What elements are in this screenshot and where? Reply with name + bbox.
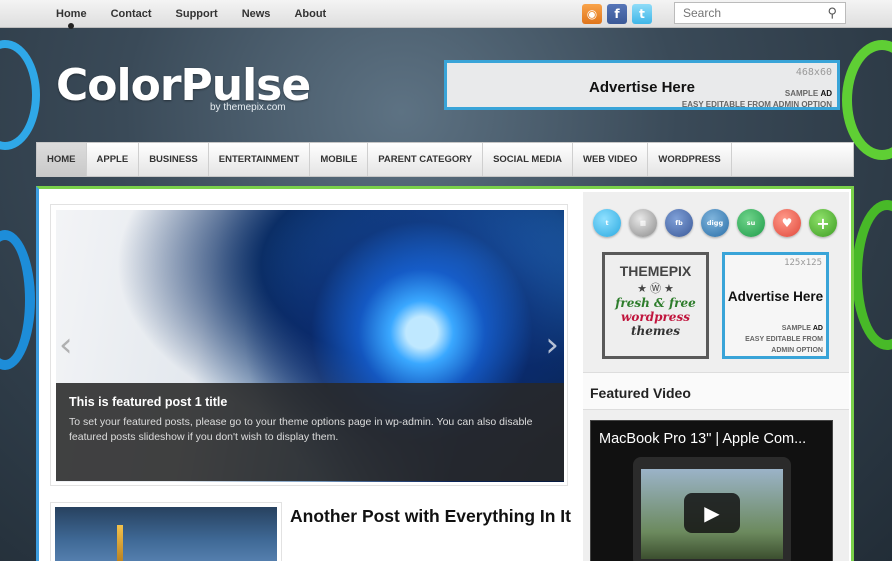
search-input[interactable]	[683, 6, 818, 20]
ad125-title: Advertise Here	[727, 289, 824, 304]
nav-apple[interactable]: APPLE	[87, 143, 140, 176]
star-wordpress-icon: ★ Ⓦ ★	[637, 283, 674, 295]
ad125-line3: ADMIN OPTION	[771, 347, 823, 354]
sidebar: t ▦ fb digg su ♥ + THEMEPIX ★ Ⓦ ★ fresh …	[583, 192, 849, 561]
nav-web-video[interactable]: WEB VIDEO	[573, 143, 649, 176]
slide-title[interactable]: This is featured post 1 title	[69, 395, 551, 409]
slide-text: To set your featured posts, please go to…	[69, 416, 533, 443]
nav-wordpress[interactable]: WORDPRESS	[648, 143, 732, 176]
left-swirl-decoration	[0, 40, 40, 150]
nav-parent-category[interactable]: PARENT CATEGORY	[368, 143, 484, 176]
search-box: ⚲	[674, 2, 846, 24]
social-icons-row: t ▦ fb digg su ♥ +	[593, 209, 837, 237]
digg-icon[interactable]: digg	[701, 209, 729, 237]
post-title[interactable]: Another Post with Everything In It	[290, 504, 575, 528]
ad125-sample: SAMPLE AD	[781, 325, 823, 332]
delicious-icon[interactable]: ▦	[629, 209, 657, 237]
nav-mobile[interactable]: MOBILE	[310, 143, 369, 176]
video-title[interactable]: MacBook Pro 13" | Apple Com...	[599, 431, 806, 447]
post-thumbnail[interactable]	[50, 502, 282, 561]
main-navigation: HOME APPLE BUSINESS ENTERTAINMENT MOBILE…	[36, 142, 854, 177]
top-bar: Home Contact Support News About ◉ f t ⚲	[0, 0, 892, 29]
ad125-size: 125x125	[784, 258, 822, 268]
slider-prev-arrow-icon[interactable]: ‹	[59, 325, 73, 365]
right-swirl-decoration-2	[852, 200, 892, 350]
featured-slider: ‹ › This is featured post 1 title To set…	[50, 204, 568, 486]
top-navigation: Home Contact Support News About	[56, 8, 326, 29]
topnav-about[interactable]: About	[294, 8, 326, 20]
search-icon[interactable]: ⚲	[827, 5, 837, 21]
ad125-line2: EASY EDITABLE FROM	[745, 336, 823, 343]
slide-caption: This is featured post 1 title To set you…	[56, 383, 564, 481]
tower-image-detail	[117, 525, 123, 561]
featured-video-heading: Featured Video	[583, 372, 849, 410]
ad-sample-label: SAMPLE AD	[784, 89, 832, 98]
topnav-news[interactable]: News	[242, 8, 271, 20]
rss-icon[interactable]: ◉	[582, 4, 602, 24]
ad-subtitle: EASY EDITABLE FROM ADMIN OPTION	[681, 100, 832, 109]
ad-title: Advertise Here	[589, 79, 695, 96]
post-thumbnail-image	[55, 507, 277, 561]
themepix-ad[interactable]: THEMEPIX ★ Ⓦ ★ fresh & free wordpress th…	[602, 252, 709, 359]
topnav-support[interactable]: Support	[176, 8, 218, 20]
top-social-links: ◉ f t	[582, 4, 652, 24]
themepix-line2: wordpress	[621, 310, 690, 324]
ad-125x125[interactable]: 125x125 Advertise Here SAMPLE AD EASY ED…	[722, 252, 829, 359]
slider-next-arrow-icon[interactable]: ›	[545, 325, 559, 365]
nav-business[interactable]: BUSINESS	[139, 143, 209, 176]
featured-video-player[interactable]: MacBook Pro 13" | Apple Com... ▶	[590, 420, 833, 561]
themepix-name: THEMEPIX	[619, 263, 692, 279]
heart-icon[interactable]: ♥	[773, 209, 801, 237]
ad-banner-468x60[interactable]: 468x60 Advertise Here SAMPLE AD EASY EDI…	[444, 60, 840, 110]
nav-entertainment[interactable]: ENTERTAINMENT	[209, 143, 311, 176]
nav-home[interactable]: HOME	[37, 143, 87, 176]
play-icon[interactable]: ▶	[684, 493, 740, 533]
topnav-home[interactable]: Home	[56, 8, 87, 29]
facebook-icon[interactable]: f	[607, 4, 627, 24]
stumbleupon-icon[interactable]: su	[737, 209, 765, 237]
logo-subtitle: by themepix.com	[210, 102, 286, 113]
themepix-line1: fresh & free	[615, 296, 696, 310]
twitter-icon[interactable]: t	[632, 4, 652, 24]
nav-social-media[interactable]: SOCIAL MEDIA	[483, 143, 574, 176]
facebook-icon[interactable]: fb	[665, 209, 693, 237]
left-swirl-decoration-2	[0, 230, 35, 370]
topnav-contact[interactable]: Contact	[111, 8, 152, 20]
themepix-line3: themes	[631, 324, 680, 338]
twitter-icon[interactable]: t	[593, 209, 621, 237]
plus-icon[interactable]: +	[809, 209, 837, 237]
ad-size-label: 468x60	[795, 67, 832, 78]
